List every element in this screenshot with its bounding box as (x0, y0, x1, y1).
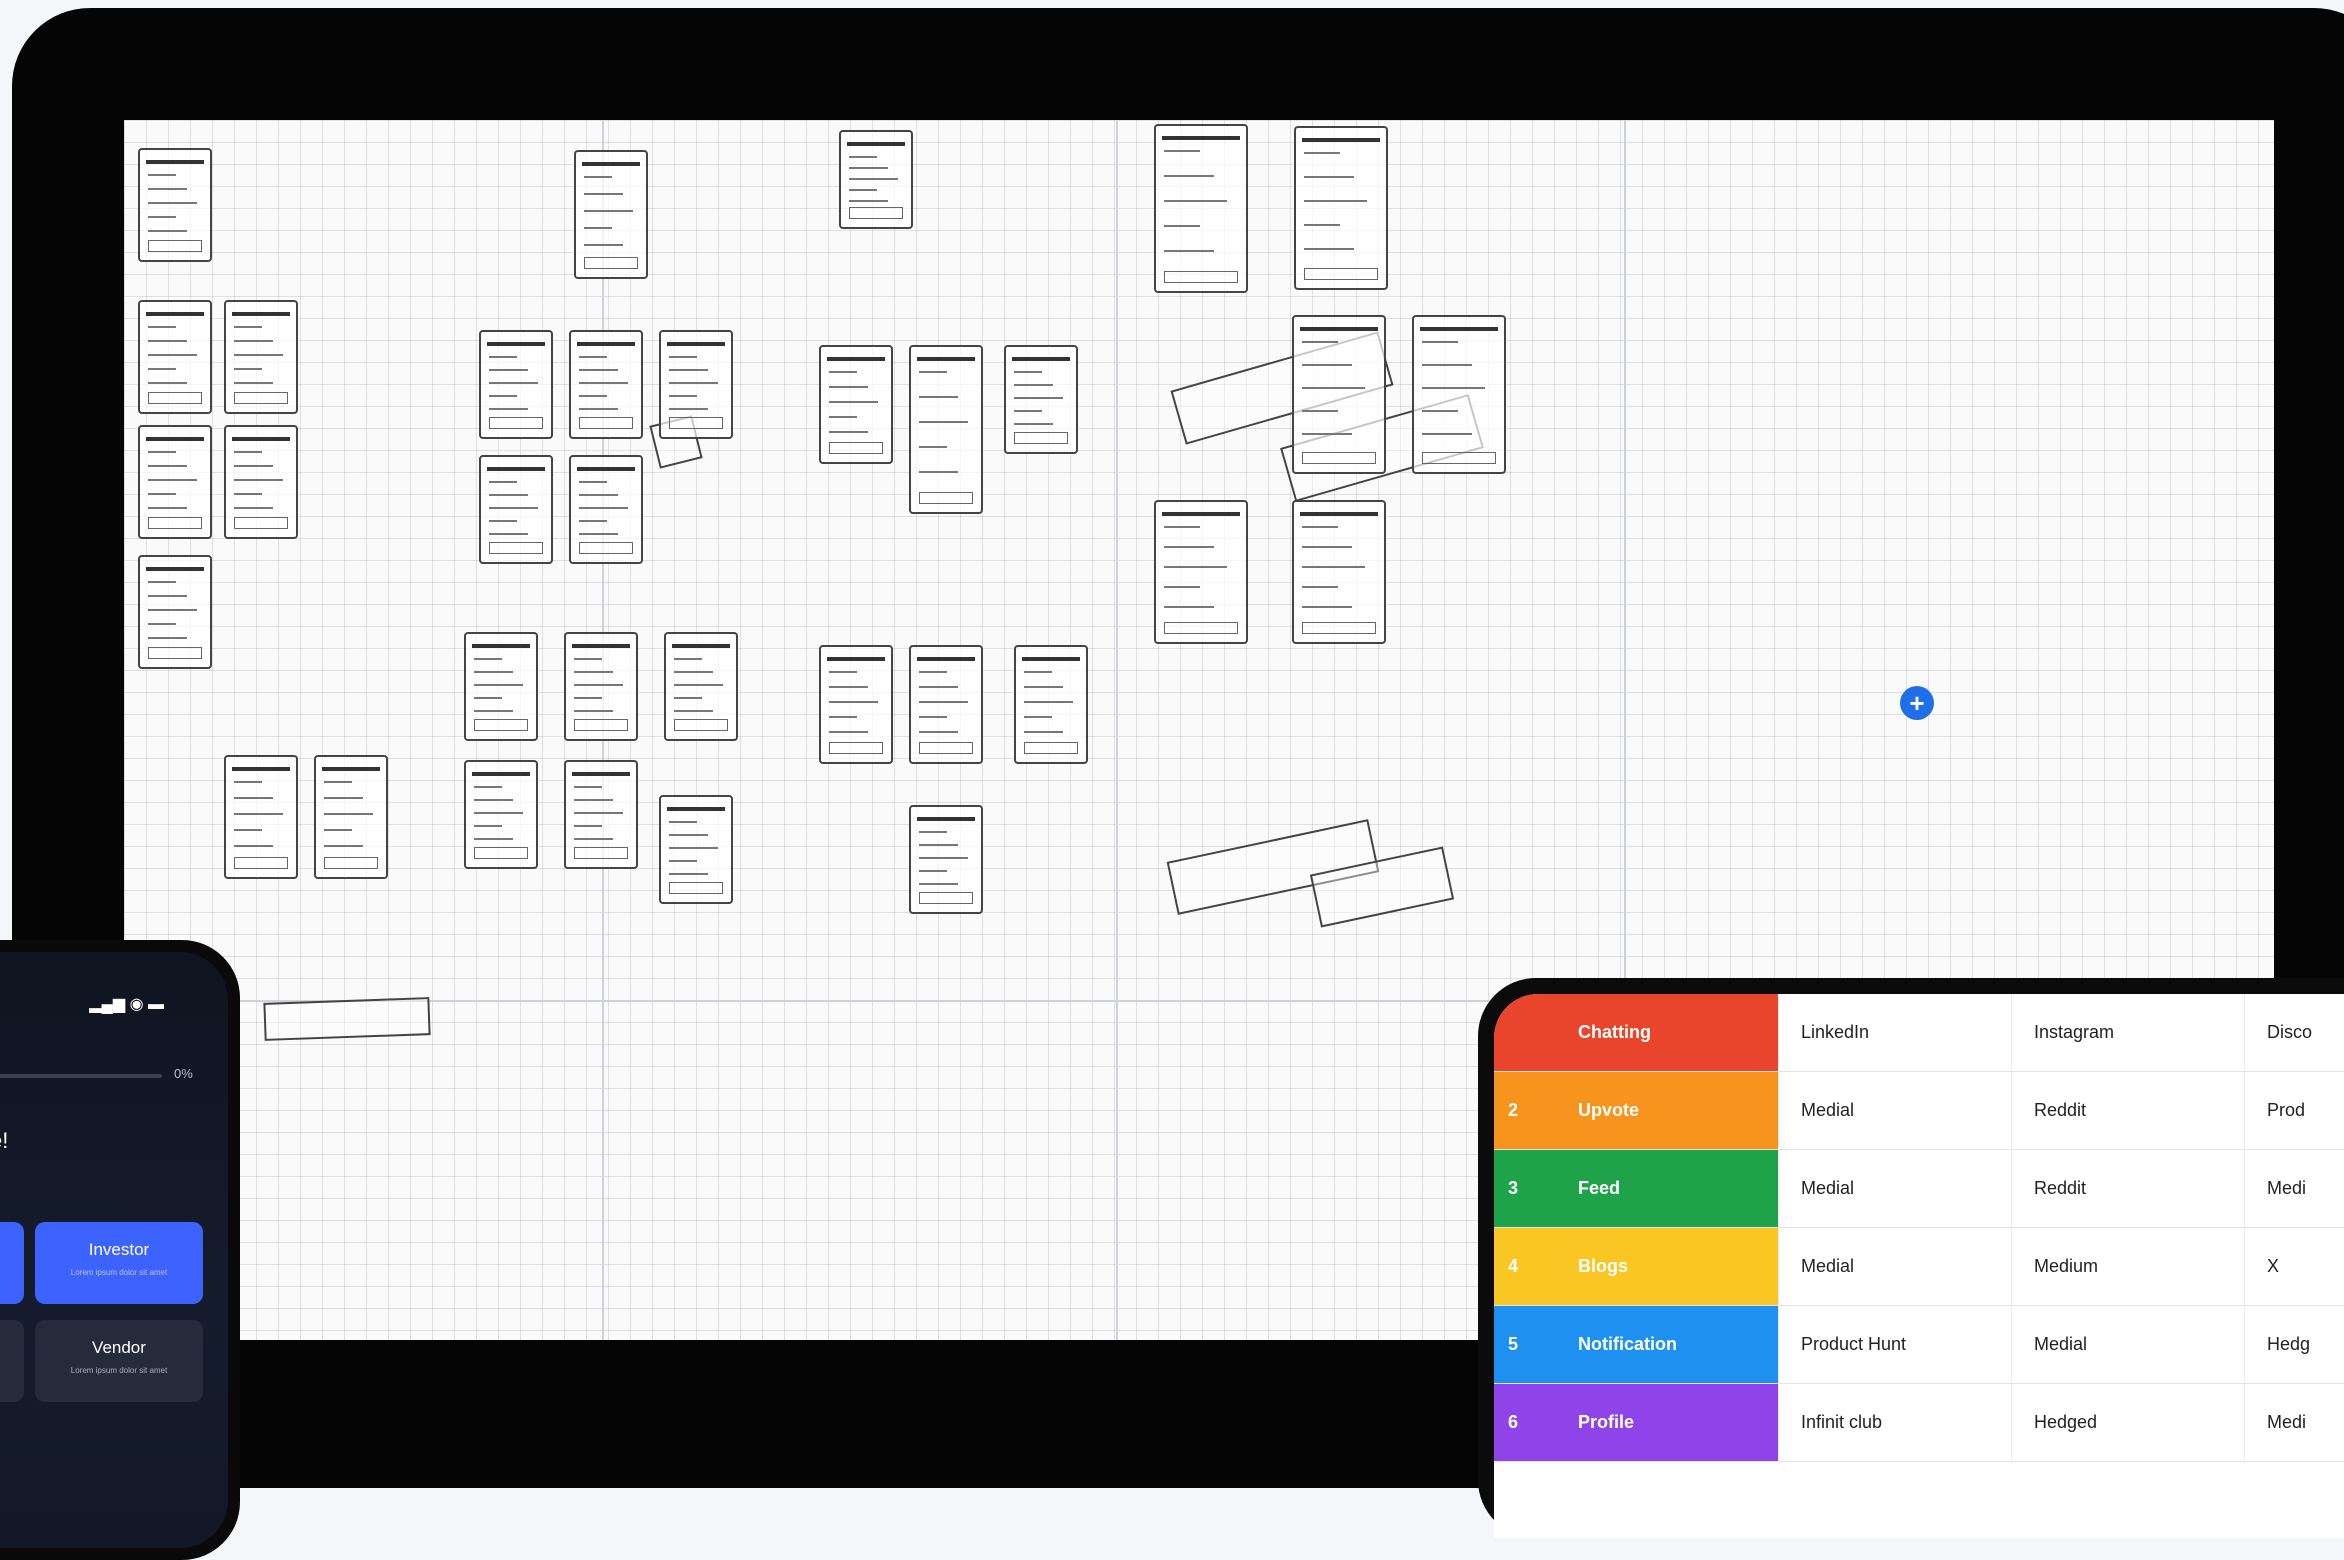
row-number: 5 (1494, 1306, 1564, 1384)
sketch-fab-icon: + (1900, 686, 1934, 720)
wireframe-sketch (224, 300, 298, 414)
platform-cell: Instagram (2012, 994, 2245, 1072)
wireframe-sketch (138, 148, 212, 262)
platform-cell: Hedged (2012, 1384, 2245, 1462)
table-row: ChattingLinkedInInstagramDisco (1494, 994, 2344, 1072)
feature-name: Feed (1564, 1150, 1779, 1228)
vendor-role-card[interactable]: Vendor Lorem ipsum dolor sit amet (35, 1320, 203, 1402)
row-number (1494, 994, 1564, 1072)
wireframe-sketch (138, 300, 212, 414)
wireframe-sketch (564, 760, 638, 869)
table-row: 3FeedMedialRedditMedi (1494, 1150, 2344, 1228)
platform-cell: LinkedIn (1779, 994, 2012, 1072)
investor-role-card[interactable]: Investor Lorem ipsum dolor sit amet (35, 1222, 203, 1304)
platform-cell: Medial (1779, 1072, 2012, 1150)
platform-cell: Disco (2245, 994, 2344, 1072)
wireframe-sketch (839, 130, 913, 229)
wireframe-sketch (479, 455, 553, 564)
sketch-label (263, 997, 430, 1041)
wireframe-sketch (819, 345, 893, 464)
platform-cell: Infinit club (1779, 1384, 2012, 1462)
wireframe-sketch (1154, 500, 1248, 644)
platform-cell: Reddit (2012, 1150, 2245, 1228)
wireframe-sketch (138, 425, 212, 539)
wireframe-sketch (909, 645, 983, 764)
wireframe-sketch (909, 805, 983, 914)
row-number: 6 (1494, 1384, 1564, 1462)
onboarding-progress-bar (0, 1074, 162, 1078)
wireframe-sketch (1154, 124, 1248, 293)
platform-cell: Product Hunt (1779, 1306, 2012, 1384)
wireframe-sketch (464, 760, 538, 869)
wireframe-sketch (1292, 500, 1386, 644)
wireframe-sketch (664, 632, 738, 741)
phone-frame: ▂▄▆ ◉ ▬ 0% e! Investor Lorem ipsum dolor… (0, 940, 240, 1560)
phone-screen: ▂▄▆ ◉ ▬ 0% e! Investor Lorem ipsum dolor… (0, 952, 228, 1548)
wireframe-sketch (1294, 126, 1388, 290)
platform-cell: Medi (2245, 1384, 2344, 1462)
wireframe-sketch (224, 425, 298, 539)
wireframe-sketch (1004, 345, 1078, 454)
wireframe-sketch (564, 632, 638, 741)
feature-name: Notification (1564, 1306, 1779, 1384)
platform-cell: Medial (1779, 1150, 2012, 1228)
tablet-frame: ChattingLinkedInInstagramDisco2UpvoteMed… (1478, 978, 2344, 1538)
role-card-subtitle: Lorem ipsum dolor sit amet (35, 1268, 203, 1277)
platform-cell: Medi (2245, 1150, 2344, 1228)
platform-cell: Medial (1779, 1228, 2012, 1306)
feature-name: Blogs (1564, 1228, 1779, 1306)
platform-cell: Reddit (2012, 1072, 2245, 1150)
wireframe-sketch (138, 555, 212, 669)
tablet-screen: ChattingLinkedInInstagramDisco2UpvoteMed… (1494, 994, 2344, 1538)
wireframe-sketch (819, 645, 893, 764)
wireframe-sketch (1412, 315, 1506, 474)
wireframe-sketch (574, 150, 648, 279)
table-row: 6ProfileInfinit clubHedgedMedi (1494, 1384, 2344, 1462)
role-card-title: Vendor (35, 1338, 203, 1358)
wireframe-sketch (659, 330, 733, 439)
role-card-title: Investor (35, 1240, 203, 1260)
welcome-heading: e! (0, 1128, 8, 1154)
table-row: 5NotificationProduct HuntMedialHedg (1494, 1306, 2344, 1384)
table-row: 4BlogsMedialMediumX (1494, 1228, 2344, 1306)
platform-cell: Hedg (2245, 1306, 2344, 1384)
wireframe-sketch (314, 755, 388, 879)
feature-name: Profile (1564, 1384, 1779, 1462)
wireframe-sketch (909, 345, 983, 514)
wireframe-sketch (1014, 645, 1088, 764)
row-number: 4 (1494, 1228, 1564, 1306)
row-number: 3 (1494, 1150, 1564, 1228)
feature-name: Upvote (1564, 1072, 1779, 1150)
row-number: 2 (1494, 1072, 1564, 1150)
wireframe-sketch (224, 755, 298, 879)
role-card-partial[interactable] (0, 1320, 24, 1402)
platform-cell: X (2245, 1228, 2344, 1306)
wireframe-sketch (659, 795, 733, 904)
platform-cell: Medium (2012, 1228, 2245, 1306)
wireframe-sketch (464, 632, 538, 741)
status-bar-icons: ▂▄▆ ◉ ▬ (89, 994, 164, 1014)
wireframe-sketch (569, 455, 643, 564)
wireframe-sketch (569, 330, 643, 439)
feature-comparison-table: ChattingLinkedInInstagramDisco2UpvoteMed… (1494, 994, 2344, 1462)
role-card-partial[interactable] (0, 1222, 24, 1304)
wireframe-sketch (1292, 315, 1386, 474)
sheet-divider (1116, 120, 1118, 1340)
feature-name: Chatting (1564, 994, 1779, 1072)
table-row: 2UpvoteMedialRedditProd (1494, 1072, 2344, 1150)
platform-cell: Prod (2245, 1072, 2344, 1150)
progress-percent: 0% (174, 1066, 193, 1081)
platform-cell: Medial (2012, 1306, 2245, 1384)
wireframe-sketch (479, 330, 553, 439)
role-card-subtitle: Lorem ipsum dolor sit amet (35, 1366, 203, 1375)
